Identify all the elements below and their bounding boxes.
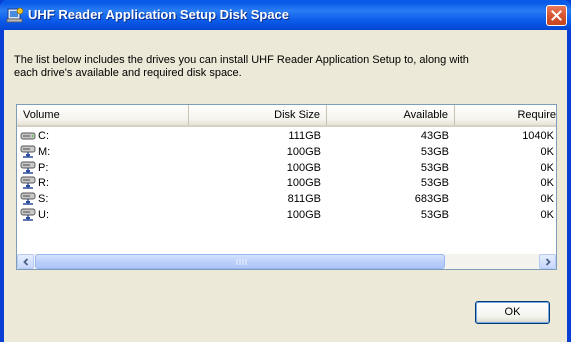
cell-disk-size: 100GB: [286, 209, 321, 221]
scroll-left-button[interactable]: [17, 254, 34, 269]
column-header-available[interactable]: Available: [327, 105, 455, 125]
cell-disk-size: 100GB: [286, 161, 321, 174]
table-row[interactable]: U: 100GB 53GB 0K: [17, 207, 556, 223]
ok-button[interactable]: OK: [475, 301, 550, 324]
dialog-body: The list below includes the drives you c…: [4, 30, 567, 342]
table-row[interactable]: R: 100GB 53GB 0K: [17, 175, 556, 191]
column-header-required[interactable]: Require: [455, 105, 556, 125]
horizontal-scrollbar[interactable]: [17, 254, 556, 269]
cell-volume: M:: [38, 145, 51, 158]
cell-available: 53GB: [420, 177, 449, 190]
scrollbar-thumb[interactable]: [35, 254, 445, 269]
cell-required: 0K: [540, 193, 554, 206]
title-bar[interactable]: UHF Reader Application Setup Disk Space: [0, 0, 571, 30]
network-drive-icon: [20, 208, 36, 222]
window-title: UHF Reader Application Setup Disk Space: [28, 7, 290, 22]
scroll-right-button[interactable]: [539, 254, 556, 269]
cell-available: 53GB: [420, 161, 449, 174]
cell-disk-size: 100GB: [286, 145, 321, 158]
cell-volume: U:: [38, 209, 49, 221]
description-line: The list below includes the drives you c…: [14, 54, 469, 66]
network-drive-icon: [20, 192, 36, 206]
description-line: each drive's available and required disk…: [14, 67, 242, 79]
cell-available: 53GB: [420, 209, 449, 221]
table-row[interactable]: S: 811GB 683GB 0K: [17, 191, 556, 207]
cell-available: 683GB: [414, 193, 449, 206]
table-row[interactable]: C: 111GB 43GB 1040K: [17, 128, 556, 144]
grip-icon: [236, 259, 247, 265]
close-icon: [551, 10, 562, 21]
cell-volume: C:: [38, 130, 49, 142]
cell-required: 0K: [540, 177, 554, 190]
cell-volume: S:: [38, 193, 49, 206]
cell-volume: R:: [38, 177, 49, 190]
arrow-left-icon: [22, 257, 28, 266]
local-drive-icon: [20, 129, 36, 143]
cell-available: 53GB: [420, 145, 449, 158]
drive-list[interactable]: Volume Disk Size Available Require C: 111…: [16, 104, 557, 270]
cell-disk-size: 811GB: [287, 193, 321, 206]
arrow-right-icon: [545, 257, 551, 266]
description-text: The list below includes the drives you c…: [14, 54, 559, 80]
table-row[interactable]: M: 100GB 53GB 0K: [17, 144, 556, 160]
network-drive-icon: [20, 176, 36, 190]
cell-available: 43GB: [420, 130, 449, 142]
installer-icon: [6, 7, 24, 23]
cell-required: 0K: [540, 145, 554, 158]
close-button[interactable]: [546, 5, 567, 26]
cell-required: 0K: [540, 161, 554, 174]
cell-volume: P:: [38, 161, 49, 174]
table-row[interactable]: P: 100GB 53GB 0K: [17, 160, 556, 176]
dialog-window: UHF Reader Application Setup Disk Space …: [0, 0, 571, 342]
cell-required: 0K: [540, 209, 554, 221]
cell-disk-size: 111GB: [288, 130, 321, 142]
cell-required: 1040K: [522, 130, 554, 142]
column-header-volume[interactable]: Volume: [17, 105, 189, 125]
network-drive-icon: [20, 145, 36, 159]
column-header-disk-size[interactable]: Disk Size: [189, 105, 327, 125]
cell-disk-size: 100GB: [286, 177, 321, 190]
list-header: Volume Disk Size Available Require: [17, 105, 556, 127]
network-drive-icon: [20, 161, 36, 175]
